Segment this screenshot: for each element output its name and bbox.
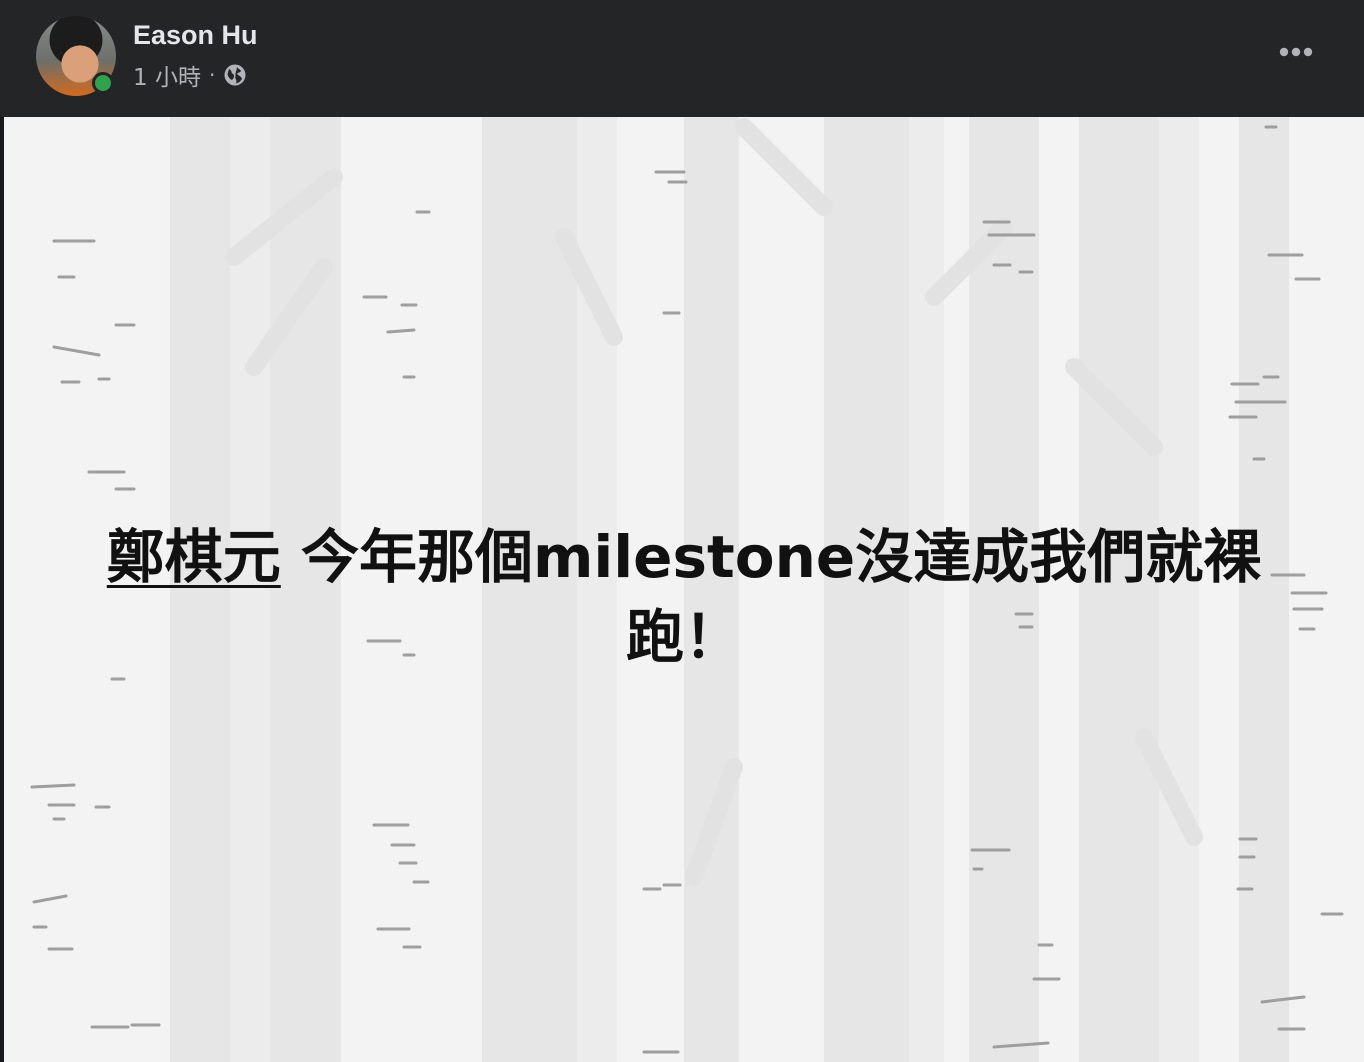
globe-icon: [223, 63, 247, 87]
post-background-card: 鄭棋元 今年那個milestone沒達成我們就裸 跑！: [4, 117, 1364, 1062]
post-header: Eason Hu 1 小時 ·: [0, 0, 1364, 117]
mention-link[interactable]: 鄭棋元: [107, 523, 281, 591]
post-meta: 1 小時 ·: [133, 58, 247, 92]
more-options-button[interactable]: [1276, 36, 1316, 68]
post-message-line-1: 鄭棋元 今年那個milestone沒達成我們就裸: [104, 517, 1264, 597]
more-horizontal-icon: [1279, 47, 1313, 57]
post-text-second-line: 跑！: [625, 603, 742, 671]
post-timestamp[interactable]: 1 小時: [133, 58, 201, 92]
author-name[interactable]: Eason Hu: [133, 18, 258, 52]
post-message: 鄭棋元 今年那個milestone沒達成我們就裸 跑！: [104, 517, 1264, 677]
meta-separator: ·: [208, 63, 216, 87]
online-status-dot: [92, 72, 114, 94]
post-text-first-line: 今年那個milestone沒達成我們就裸: [280, 523, 1262, 591]
